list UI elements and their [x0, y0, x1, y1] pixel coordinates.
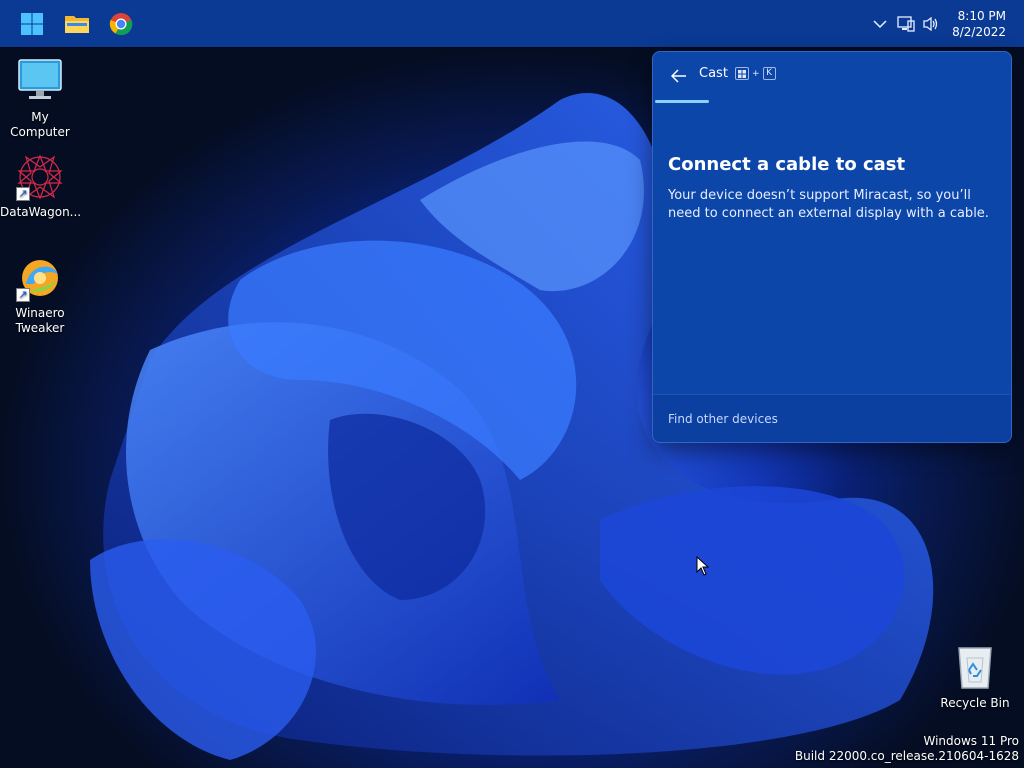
shortcut-arrow-icon: ↗: [16, 187, 30, 201]
header-underline: [655, 100, 709, 103]
desktop-icon-winaero-tweaker[interactable]: ↗ Winaero Tweaker: [0, 254, 80, 336]
clock-time: 8:10 PM: [957, 9, 1006, 23]
cast-message: Your device doesn’t support Miracast, so…: [668, 188, 989, 221]
windows-key-icon: [735, 67, 749, 80]
recycle-bin-icon: [951, 644, 999, 692]
shortcut-plus: +: [752, 68, 760, 79]
clock-date: 8/2/2022: [952, 25, 1006, 39]
cast-title: Cast: [699, 66, 728, 81]
arrow-left-icon: [671, 69, 686, 83]
desktop-icon-label: Winaero Tweaker: [15, 306, 65, 335]
k-key: K: [762, 67, 776, 80]
windows-watermark: Windows 11 Pro Build 22000.co_release.21…: [795, 734, 1019, 764]
file-explorer-button[interactable]: [59, 6, 95, 42]
cast-shortcut-hint: + K: [735, 67, 776, 80]
cast-header: Cast + K: [653, 52, 1011, 100]
desktop-icon-datawagon[interactable]: ↗ DataWagon...: [0, 153, 82, 220]
desktop-icon-recycle-bin[interactable]: Recycle Bin: [935, 644, 1015, 711]
desktop-icon-my-computer[interactable]: My Computer: [0, 58, 80, 140]
start-button[interactable]: [14, 6, 50, 42]
cast-flyout: Cast + K Connect a cable to cast Your de…: [652, 51, 1012, 443]
chevron-down-icon: [873, 20, 887, 29]
windows-build: Build 22000.co_release.210604-1628: [794, 749, 1019, 763]
shortcut-arrow-icon: ↗: [16, 288, 30, 302]
show-hidden-icons-button[interactable]: [870, 14, 890, 34]
datawagon-logo-icon: ↗: [16, 153, 64, 201]
desktop-icon-label: Recycle Bin: [940, 696, 1010, 710]
folder-icon: [65, 16, 89, 33]
chrome-button[interactable]: [103, 6, 139, 42]
chrome-icon: [109, 13, 133, 36]
taskbar-clock[interactable]: 8:10 PM 8/2/2022: [926, 8, 1006, 40]
cast-heading: Connect a cable to cast: [668, 154, 906, 175]
network-tray-button[interactable]: [896, 14, 916, 34]
taskbar: 8:10 PM 8/2/2022: [0, 0, 1024, 47]
desktop-icon-label: DataWagon...: [0, 205, 82, 219]
windows-edition: Windows 11 Pro: [923, 734, 1019, 748]
network-icon: [897, 16, 915, 32]
mouse-cursor-icon: [696, 556, 710, 576]
cast-footer: Find other devices: [653, 394, 1011, 442]
desktop-icon-label: My Computer: [10, 110, 70, 139]
monitor-icon: [16, 58, 64, 106]
windows-logo-icon: [21, 13, 43, 35]
find-other-devices-link[interactable]: Find other devices: [668, 412, 778, 426]
winaero-tweaker-icon: ↗: [16, 254, 64, 302]
back-button[interactable]: [663, 62, 695, 90]
